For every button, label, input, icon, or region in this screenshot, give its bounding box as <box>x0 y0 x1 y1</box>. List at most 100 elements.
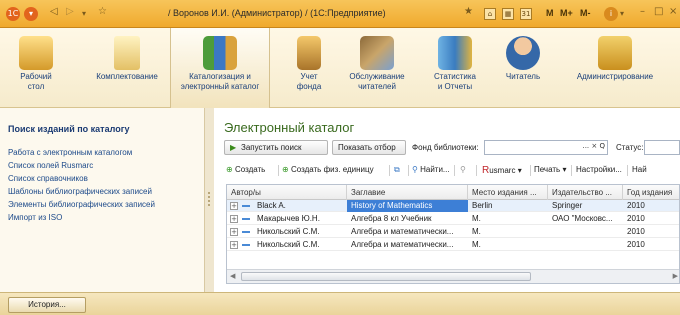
form-title: Электронный каталог <box>224 120 355 135</box>
show-selection-button[interactable]: Показать отбор <box>332 140 406 155</box>
catalog-table[interactable]: Автор/ы Заглавие Место издания ... Издат… <box>226 184 680 284</box>
expand-icon[interactable]: + <box>230 215 238 223</box>
desk-icon <box>19 36 53 70</box>
library-fund-input[interactable]: ... × Q <box>484 140 608 155</box>
cell-place: М. <box>472 214 481 223</box>
toolbar-separator <box>389 165 390 176</box>
memory-minus-button[interactable]: M- <box>580 8 591 18</box>
minimize-icon[interactable]: – <box>640 6 645 17</box>
nav-item-record-elements[interactable]: Элементы библиографических записей <box>8 200 155 209</box>
section-label: Учет фонда <box>296 72 322 91</box>
section-desktop[interactable]: Рабочий стол <box>6 28 66 108</box>
chevron-down-icon: ▾ <box>560 165 567 174</box>
history-button[interactable]: История... <box>8 297 86 313</box>
section-reader-service[interactable]: Обслуживание читателей <box>340 28 414 108</box>
scrollbar-thumb[interactable] <box>241 272 531 281</box>
nav-item-rusmarc-fields[interactable]: Список полей Rusmarc <box>8 161 93 170</box>
rusmarc-label: usmarc <box>489 166 516 175</box>
main-menu-icon[interactable]: ▾ <box>24 7 38 21</box>
find-button[interactable]: ⚲ Найти... <box>412 165 450 174</box>
copy-icon[interactable]: ⧉ <box>394 165 400 175</box>
cell-year: 2010 <box>627 201 645 210</box>
column-year[interactable]: Год издания <box>623 185 679 200</box>
table-row[interactable]: + Макарычев Ю.Н. Алгебра 8 кл Учебник М.… <box>227 213 679 225</box>
close-icon[interactable]: × <box>669 6 677 17</box>
cell-author: Макарычев Ю.Н. <box>257 214 320 223</box>
info-icon[interactable]: i <box>604 7 618 21</box>
favorites-star-icon[interactable]: ☆ <box>98 6 107 17</box>
column-publisher[interactable]: Издательство ... <box>548 185 623 200</box>
find-more-button[interactable]: Най <box>632 165 647 174</box>
bookmark-star-icon[interactable]: ★ <box>464 6 473 17</box>
cell-author: Никольский С.М. <box>257 240 320 249</box>
database-icon <box>438 36 472 70</box>
cell-place: М. <box>472 227 481 236</box>
catalog-form: Электронный каталог ▶ Запустить поиск По… <box>214 108 680 292</box>
calendar-icon[interactable]: 31 <box>520 8 532 20</box>
book-icon <box>297 36 321 70</box>
run-search-label: Запустить поиск <box>241 143 302 152</box>
column-title[interactable]: Заглавие <box>347 185 468 200</box>
section-fund-accounting[interactable]: Учет фонда <box>284 28 334 108</box>
record-icon <box>242 231 250 233</box>
rusmarc-menu-button[interactable]: Rusmarc ▾ <box>482 165 522 176</box>
section-cataloging[interactable]: Каталогизация и электронный каталог <box>170 28 270 108</box>
section-label: Обслуживание читателей <box>349 72 405 91</box>
expand-icon[interactable]: + <box>230 202 238 210</box>
table-row[interactable]: + Никольский С.М. Алгебра и математическ… <box>227 226 679 238</box>
column-publication-place[interactable]: Место издания ... <box>468 185 548 200</box>
cancel-search-icon[interactable]: ⚲ <box>460 165 466 174</box>
panel-splitter[interactable] <box>205 108 214 292</box>
info-dropdown-icon[interactable]: ▾ <box>620 9 624 18</box>
app-logo-icon[interactable]: 1С <box>6 7 20 21</box>
home-icon[interactable]: ⌂ <box>484 8 496 20</box>
section-acquisition[interactable]: Комплектование <box>88 28 166 108</box>
scroll-left-icon[interactable]: ◀ <box>230 272 235 280</box>
find-label: Найти... <box>420 165 450 174</box>
toolbar-separator <box>571 165 572 176</box>
nav-item-electronic-catalog[interactable]: Работа с электронным каталогом <box>8 148 132 157</box>
table-row[interactable]: + Black A. History of Mathematics Berlin… <box>227 200 679 212</box>
create-phys-unit-button[interactable]: ⊕ Создать физ. единицу <box>282 165 374 174</box>
toolbar-separator <box>627 165 628 176</box>
nav-item-record-templates[interactable]: Шаблоны библиографических записей <box>8 187 152 196</box>
cell-title: Алгебра 8 кл Учебник <box>351 214 432 223</box>
cell-publisher: Springer <box>552 201 583 210</box>
memory-plus-button[interactable]: M+ <box>560 8 573 18</box>
section-label: Рабочий стол <box>20 72 52 91</box>
search-icon: ⚲ <box>412 165 418 174</box>
library-fund-buttons[interactable]: ... × Q <box>582 142 605 150</box>
horizontal-scrollbar[interactable]: ◀ ▶ <box>227 269 679 283</box>
run-search-button[interactable]: ▶ Запустить поиск <box>224 140 328 155</box>
settings-button[interactable]: Настройки... <box>576 165 622 174</box>
record-icon <box>242 244 250 246</box>
memory-m-button[interactable]: M <box>546 8 554 18</box>
column-authors[interactable]: Автор/ы <box>227 185 347 200</box>
tools-icon <box>360 36 394 70</box>
add-icon: ⊕ <box>282 165 289 174</box>
create-button[interactable]: ⊕ Создать <box>226 165 265 174</box>
forward-icon[interactable]: ▷ <box>66 6 74 17</box>
expand-icon[interactable]: + <box>230 228 238 236</box>
nav-item-iso-import[interactable]: Импорт из ISO <box>8 213 62 222</box>
section-administration[interactable]: Администрирование <box>566 28 664 108</box>
maximize-icon[interactable]: □ <box>654 6 663 17</box>
library-fund-label: Фонд библиотеки: <box>412 143 479 152</box>
toolbar-separator <box>530 165 531 176</box>
section-statistics[interactable]: Статистика и Отчеты <box>424 28 486 108</box>
section-label: Каталогизация и электронный каталог <box>180 72 260 91</box>
nav-item-reference-books[interactable]: Список справочников <box>8 174 88 183</box>
binders-icon <box>203 36 237 70</box>
table-row[interactable]: + Никольский С.М. Алгебра и математическ… <box>227 239 679 251</box>
cell-year: 2010 <box>627 227 645 236</box>
expand-icon[interactable]: + <box>230 241 238 249</box>
back-icon[interactable]: ◁ <box>50 6 58 17</box>
navigation-panel: Поиск изданий по каталогу Работа с элект… <box>0 108 205 292</box>
print-menu-button[interactable]: Печать ▾ <box>534 165 566 174</box>
section-reader[interactable]: Читатель <box>498 28 548 108</box>
calculator-icon[interactable]: ▦ <box>502 8 514 20</box>
toolbar-separator <box>278 165 279 176</box>
scroll-right-icon[interactable]: ▶ <box>673 272 678 280</box>
status-input[interactable] <box>644 140 680 155</box>
history-dropdown-icon[interactable]: ▾ <box>82 9 86 18</box>
